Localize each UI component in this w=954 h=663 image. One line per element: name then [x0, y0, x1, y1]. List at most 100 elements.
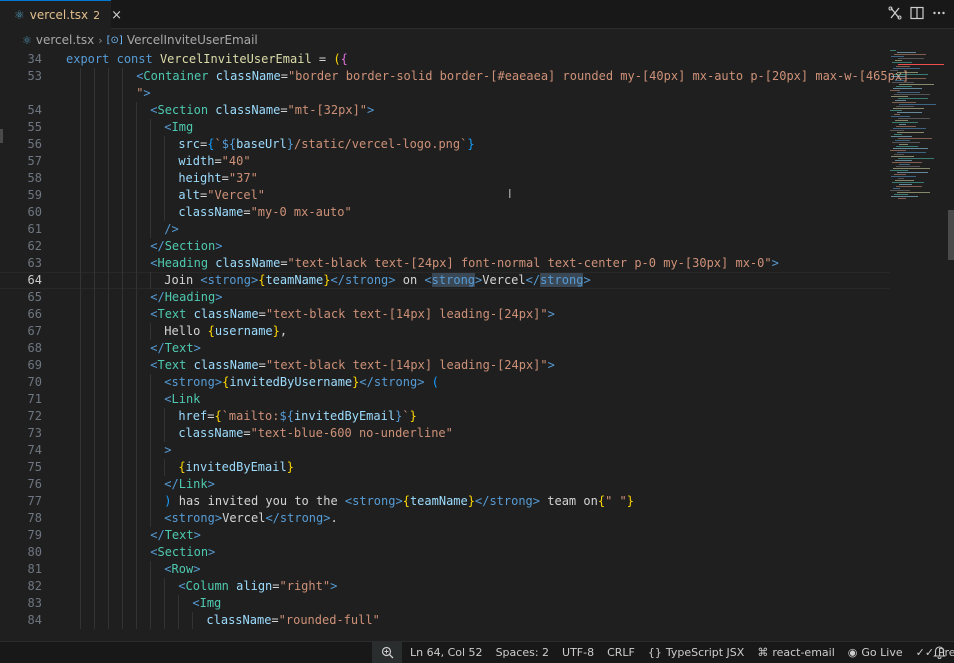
breadcrumb-symbol[interactable]: VercelInviteUserEmail: [127, 33, 258, 47]
code-line[interactable]: 81 <Row>: [0, 561, 890, 578]
indent-guide: [122, 510, 124, 527]
indent-guide: [108, 187, 110, 204]
indent-guide: [108, 527, 110, 544]
code-line[interactable]: 75 {invitedByEmail}: [0, 459, 890, 476]
language-mode[interactable]: {} TypeScript JSX: [648, 646, 744, 659]
code-line[interactable]: 63 <Heading className="text-black text-[2…: [0, 255, 890, 272]
indent-guide: [150, 187, 152, 204]
minimap-line: [896, 106, 914, 107]
line-number: 57: [27, 154, 42, 168]
indent-guide: [94, 561, 96, 578]
compare-changes-icon[interactable]: [888, 5, 902, 21]
code-line[interactable]: 84 className="rounded-full": [0, 612, 890, 629]
indent-guide: [164, 153, 166, 170]
code-line[interactable]: 74 >: [0, 442, 890, 459]
bell-icon[interactable]: [933, 645, 946, 662]
minimap-line: [891, 56, 904, 57]
indent-guide: [122, 323, 124, 340]
code-line[interactable]: 61 />: [0, 221, 890, 238]
code-line[interactable]: 58 height="37": [0, 170, 890, 187]
indent-guide: [150, 153, 152, 170]
code-text: <Text className="text-black text-[14px] …: [150, 358, 555, 372]
file-encoding[interactable]: UTF-8: [562, 646, 594, 659]
indent-guide: [122, 272, 124, 289]
indent-guide: [122, 357, 124, 374]
minimap-line: [897, 72, 918, 73]
breadcrumb-file[interactable]: vercel.tsx: [36, 33, 94, 47]
indent-guide: [122, 306, 124, 323]
code-line[interactable]: 83 <Img: [0, 595, 890, 612]
code-line[interactable]: 69 <Text className="text-black text-[14px…: [0, 357, 890, 374]
cursor-position[interactable]: Ln 64, Col 52: [410, 646, 483, 659]
code-line[interactable]: 67 Hello {username},: [0, 323, 890, 340]
minimap-line: [896, 126, 916, 127]
code-line[interactable]: 34 export const VercelInviteUserEmail = (…: [0, 51, 890, 68]
code-line[interactable]: 80 <Section>: [0, 544, 890, 561]
minimap-line: [897, 152, 926, 153]
line-number: 80: [27, 545, 42, 559]
code-line[interactable]: ">: [0, 85, 890, 102]
indent-guide: [94, 544, 96, 561]
code-line[interactable]: 73 className="text-blue-600 no-underline": [0, 425, 890, 442]
minimap-line: [897, 192, 930, 193]
code-line[interactable]: 59 alt="Vercel": [0, 187, 890, 204]
code-line[interactable]: 76 </Link>: [0, 476, 890, 493]
code-line[interactable]: 82 <Column align="right">: [0, 578, 890, 595]
indent-guide: [136, 612, 138, 629]
indent-guide: [150, 578, 152, 595]
code-line[interactable]: 53 <Container className="border border-so…: [0, 68, 910, 85]
code-text: <Section>: [150, 545, 216, 559]
current-code-line[interactable]: 64 Join <strong>{teamName}</strong> on <s…: [0, 272, 890, 289]
indent-guide: [80, 85, 82, 102]
line-number: 63: [27, 256, 42, 270]
end-of-line[interactable]: CRLF: [607, 646, 635, 659]
code-line[interactable]: 66 <Text className="text-black text-[14px…: [0, 306, 890, 323]
code-line[interactable]: 71 <Link: [0, 391, 890, 408]
code-line[interactable]: 79 </Text>: [0, 527, 890, 544]
indent-guide: [122, 561, 124, 578]
indent-guide: [136, 136, 138, 153]
code-line[interactable]: 62 </Section>: [0, 238, 890, 255]
code-editor[interactable]: 34 export const VercelInviteUserEmail = (…: [0, 50, 954, 640]
minimap[interactable]: [888, 50, 946, 205]
code-text: ">: [136, 86, 151, 100]
indent-guide: [94, 85, 96, 102]
code-text: <Row>: [164, 562, 201, 576]
minimap-line: [890, 130, 904, 131]
code-line[interactable]: 77) has invited you to the <strong>{team…: [0, 493, 890, 510]
split-editor-icon[interactable]: [910, 5, 924, 21]
code-line[interactable]: 60 className="my-0 mx-auto": [0, 204, 890, 221]
react-email-status[interactable]: ⌘ react-email: [757, 646, 834, 659]
code-line[interactable]: 65 </Heading>: [0, 289, 890, 306]
indent-guide: [94, 476, 96, 493]
line-number: 83: [27, 596, 42, 610]
minimap-line: [894, 114, 900, 115]
tab-bar: ⚛ vercel.tsx 2 ×: [0, 0, 954, 29]
indent-guide: [164, 425, 166, 442]
code-line[interactable]: 55 <Img: [0, 119, 890, 136]
indent-guide: [178, 612, 180, 629]
code-line[interactable]: 78 <strong>Vercel</strong>.: [0, 510, 890, 527]
go-live-button[interactable]: ◉ Go Live: [848, 646, 903, 659]
minimap-line: [893, 68, 920, 69]
code-line[interactable]: 56 src={`${baseUrl}/static/vercel-logo.pn…: [0, 136, 890, 153]
code-line[interactable]: 72 href={`mailto:${invitedByEmail}`}: [0, 408, 890, 425]
minimap-line: [896, 146, 918, 147]
indent-guide: [136, 187, 138, 204]
close-icon[interactable]: ×: [111, 8, 122, 23]
indent-guide: [150, 476, 152, 493]
code-line[interactable]: 54 <Section className="mt-[32px]">: [0, 102, 890, 119]
indentation[interactable]: Spaces: 2: [496, 646, 549, 659]
more-actions-icon[interactable]: [932, 5, 946, 21]
indent-guide: [94, 612, 96, 629]
vertical-scrollbar[interactable]: [948, 210, 954, 260]
code-line[interactable]: 68 </Text>: [0, 340, 890, 357]
indent-guide: [108, 408, 110, 425]
tab-vercel-tsx[interactable]: ⚛ vercel.tsx 2 ×: [0, 0, 122, 29]
zoom-in-icon[interactable]: [372, 642, 402, 663]
code-line[interactable]: 70 <strong>{invitedByUsername}</strong> (: [0, 374, 890, 391]
line-number: 76: [27, 477, 42, 491]
indent-guide: [80, 425, 82, 442]
line-number: 81: [27, 562, 42, 576]
code-line[interactable]: 57 width="40": [0, 153, 890, 170]
